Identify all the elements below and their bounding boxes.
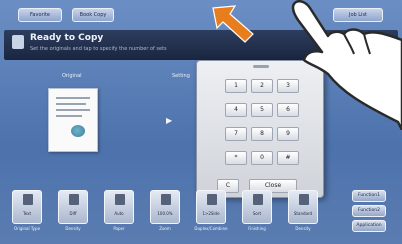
function-value: Sort xyxy=(252,211,262,216)
keypad-key[interactable]: # xyxy=(277,151,299,165)
function-icon xyxy=(23,194,33,205)
text-line xyxy=(56,115,82,117)
function-button[interactable]: 1>2Side xyxy=(196,190,226,224)
function-caption: Density xyxy=(65,226,81,231)
keypad-key[interactable]: 4 xyxy=(225,103,247,117)
function-caption: Original Type xyxy=(13,226,41,231)
function-caption: Density xyxy=(295,226,311,231)
function-icon xyxy=(69,194,79,205)
function-icon xyxy=(115,194,125,205)
function2-button[interactable]: Function2 xyxy=(352,205,386,217)
original-preview xyxy=(48,88,98,152)
tab-favorite[interactable]: Favorite xyxy=(18,8,62,22)
function-value: 1>2Side xyxy=(202,211,220,216)
function-icon xyxy=(207,194,217,205)
keypad-key[interactable]: 1 xyxy=(225,79,247,93)
function-value: Text xyxy=(22,211,32,216)
application-button[interactable]: Application xyxy=(352,220,386,232)
text-line xyxy=(56,103,86,105)
globe-image-icon xyxy=(71,125,85,137)
text-line xyxy=(56,109,90,111)
function-button[interactable]: Standard xyxy=(288,190,318,224)
hand-icon xyxy=(291,0,402,130)
function-button[interactable]: Auto xyxy=(104,190,134,224)
copy-status-icon xyxy=(12,35,24,49)
arrow-right-icon: ▶ xyxy=(166,116,173,125)
function-button[interactable]: Text xyxy=(12,190,42,224)
function-button[interactable]: Diff xyxy=(58,190,88,224)
original-label: Original xyxy=(62,73,82,79)
swipe-arrow-icon xyxy=(212,5,254,43)
text-line xyxy=(56,97,90,99)
function-caption: Duplex/Combine xyxy=(194,226,228,231)
copy-screen: Favorite Book Copy Job List Ready to Cop… xyxy=(0,0,402,244)
function-icon xyxy=(253,194,263,205)
function-icon xyxy=(161,194,171,205)
keypad-key[interactable]: 0 xyxy=(251,151,273,165)
setting-label: Setting xyxy=(172,73,190,79)
status-subtitle: Set the originals and tap to specify the… xyxy=(30,46,167,52)
function-caption: Zoom xyxy=(159,226,171,231)
tab-book-copy[interactable]: Book Copy xyxy=(72,8,114,22)
keypad-key[interactable]: 7 xyxy=(225,127,247,141)
function-value: Standard xyxy=(293,211,313,216)
function-icon xyxy=(299,194,309,205)
function-button[interactable]: Sort xyxy=(242,190,272,224)
function-button[interactable]: 100.0% xyxy=(150,190,180,224)
function-value: Auto xyxy=(114,211,124,216)
function-value: 100.0% xyxy=(157,211,173,216)
function1-button[interactable]: Function1 xyxy=(352,190,386,202)
function-caption: Finishing xyxy=(248,226,266,231)
status-title: Ready to Copy xyxy=(30,33,104,43)
function-value: Diff xyxy=(69,211,77,216)
keypad-key[interactable]: * xyxy=(225,151,247,165)
function-caption: Paper xyxy=(113,226,125,231)
